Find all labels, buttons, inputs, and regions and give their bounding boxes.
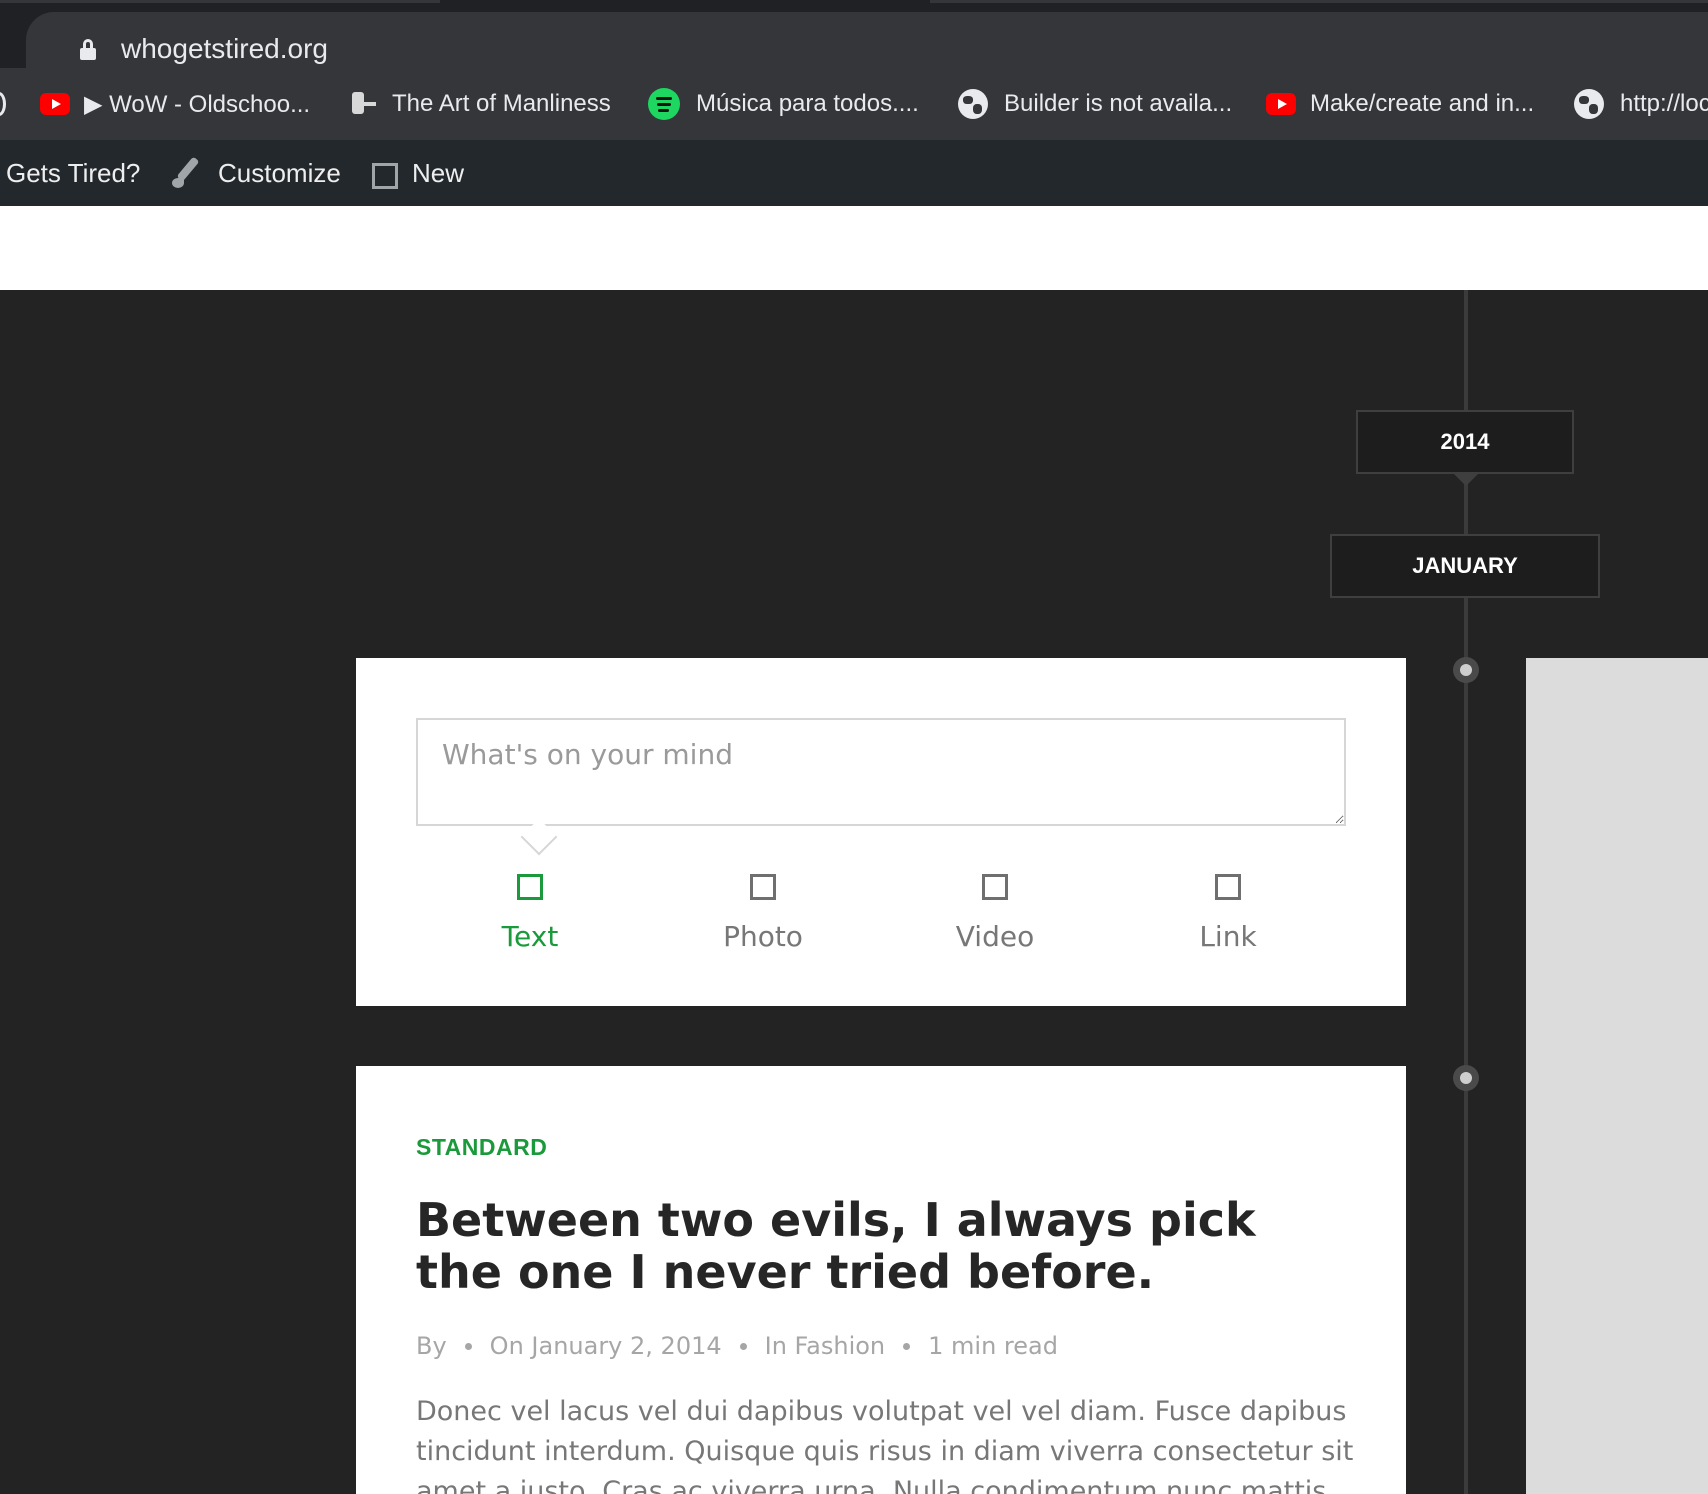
meta-separator	[739, 1342, 747, 1350]
post-type-label: Photo	[723, 920, 803, 953]
tab-separator	[0, 12, 26, 68]
post-excerpt: Donec vel lacus vel dui dapibus volutpat…	[416, 1396, 1354, 1494]
post-type-video[interactable]: Video	[895, 874, 1095, 953]
admin-new[interactable]: New	[372, 140, 464, 206]
post-type-label: Link	[1199, 920, 1257, 953]
youtube-icon	[1266, 93, 1296, 115]
post-read-time: 1 min read	[928, 1332, 1058, 1360]
text-type-icon	[517, 874, 543, 900]
admin-new-label: New	[412, 157, 465, 188]
timeline-year-label: 2014	[1440, 429, 1490, 454]
post-composer: Text Photo Video Link	[356, 658, 1406, 1006]
tab-edge	[930, 0, 1708, 3]
bookmark-label: Música para todos....	[696, 90, 919, 117]
post-card: STANDARD Between two evils, I always pic…	[356, 1066, 1406, 1494]
post-category[interactable]: In Fashion	[765, 1332, 886, 1360]
globe-icon	[958, 89, 988, 119]
admin-site-name[interactable]: Gets Tired?	[6, 140, 140, 206]
admin-customize-label: Customize	[218, 157, 341, 188]
video-type-icon	[982, 874, 1008, 900]
bookmark-label: Make/create and in...	[1310, 90, 1535, 117]
bookmark-label: Builder is not availa...	[1004, 90, 1233, 117]
post-meta: By On January 2, 2014 In Fashion 1 min r…	[416, 1332, 1058, 1360]
lock-icon	[80, 39, 96, 61]
bookmark-label: The Art of Manliness	[392, 90, 611, 117]
timeline-dot	[1453, 1065, 1479, 1091]
paintbrush-icon	[170, 156, 204, 190]
globe-icon	[1574, 89, 1604, 119]
bookmark-make-create[interactable]: Make/create and in...	[1266, 68, 1534, 140]
timeline-month[interactable]: JANUARY	[1330, 534, 1600, 598]
tab-edge	[0, 0, 440, 3]
bookmark-label: http://loc	[1620, 90, 1708, 117]
bookmark-localhost[interactable]: http://loc	[1574, 68, 1708, 140]
bookmark-art-of-manliness[interactable]: The Art of Manliness	[348, 68, 611, 140]
admin-customize[interactable]: Customize	[170, 140, 341, 206]
link-type-icon	[1215, 874, 1241, 900]
post-author[interactable]: By	[416, 1332, 447, 1360]
bookmark-spotify[interactable]: Música para todos....	[648, 68, 919, 140]
bookmark-builder[interactable]: Builder is not availa...	[958, 68, 1232, 140]
youtube-icon	[40, 93, 70, 115]
post-date[interactable]: On January 2, 2014	[490, 1332, 722, 1360]
plus-box-icon	[372, 163, 398, 189]
post-type-photo[interactable]: Photo	[663, 874, 863, 953]
bookmark-label: ▶ WoW - Oldschoo...	[84, 90, 311, 118]
composer-input[interactable]	[416, 718, 1346, 826]
bookmark-edge-icon	[0, 92, 6, 116]
post-title[interactable]: Between two evils, I always pick the one…	[416, 1194, 1316, 1298]
post-type-label: Text	[501, 920, 559, 953]
spotify-icon	[648, 88, 680, 120]
bookmark-wow[interactable]: ▶ WoW - Oldschoo...	[40, 68, 310, 140]
timeline-year[interactable]: 2014	[1356, 410, 1574, 474]
post-type-link[interactable]: Link	[1128, 874, 1328, 953]
timeline-dot	[1453, 657, 1479, 683]
timeline-year-pointer	[1452, 472, 1480, 486]
photo-type-icon	[750, 874, 776, 900]
address-bar[interactable]: whogetstired.org	[26, 12, 1708, 68]
meta-separator	[903, 1342, 911, 1350]
bookmarks-bar: ▶ WoW - Oldschoo... The Art of Manliness…	[0, 68, 1708, 140]
art-of-manliness-icon	[348, 90, 376, 118]
site-header	[0, 206, 1708, 290]
post-type-label: Video	[955, 920, 1035, 953]
post-type-text[interactable]: Text	[430, 874, 630, 953]
post-format-label[interactable]: STANDARD	[416, 1134, 547, 1161]
meta-separator	[464, 1342, 472, 1350]
wp-admin-bar: Gets Tired? Customize New	[0, 140, 1708, 206]
timeline-month-label: JANUARY	[1412, 553, 1518, 578]
url-text[interactable]: whogetstired.org	[121, 33, 328, 65]
sidebar-panel	[1526, 658, 1708, 1494]
admin-site-label: Gets Tired?	[6, 157, 141, 188]
